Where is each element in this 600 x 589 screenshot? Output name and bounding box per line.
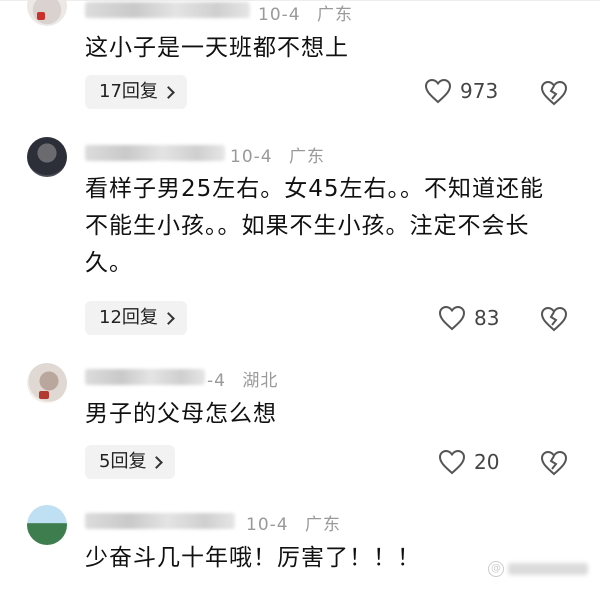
like-button[interactable]: 83 <box>438 305 499 331</box>
comment-text: 这小子是一天班都不想上 <box>85 35 349 61</box>
chevron-right-icon <box>162 85 175 99</box>
like-count: 83 <box>474 306 500 330</box>
comment-date: 10-4 <box>258 5 301 25</box>
chevron-right-icon <box>162 311 175 325</box>
comment-meta: 10-4 广东 <box>230 142 325 167</box>
broken-heart-icon[interactable] <box>540 450 568 476</box>
comment-text: 男子的父母怎么想 <box>85 401 277 427</box>
username-blurred[interactable] <box>85 145 225 161</box>
broken-heart-icon[interactable] <box>540 80 568 106</box>
comment-meta: -4 湖北 <box>207 366 278 391</box>
reply-count-label: 12回复 <box>99 307 158 328</box>
view-replies-button[interactable]: 5回复 <box>85 445 176 479</box>
comment-location: 湖北 <box>242 371 279 391</box>
avatar[interactable] <box>27 363 67 403</box>
username-blurred[interactable] <box>85 513 235 529</box>
watermark-name-blurred <box>508 563 588 575</box>
comment-meta: 10-4 广东 <box>258 0 353 25</box>
reply-count-label: 5回复 <box>99 451 147 472</box>
username-blurred[interactable] <box>85 2 250 18</box>
broken-heart-icon[interactable] <box>540 306 568 332</box>
at-icon: @ <box>488 561 504 577</box>
comment-text: 看样子男25左右。女45左右。。不知道还能不能生小孩。。如果不生小孩。注定不会长… <box>85 176 545 276</box>
watermark: @ <box>488 561 588 577</box>
heart-outline-icon <box>424 78 452 104</box>
like-button[interactable]: 973 <box>424 78 498 104</box>
avatar[interactable] <box>27 505 67 545</box>
chevron-right-icon <box>150 455 164 469</box>
comment-date: 10-4 <box>246 515 289 535</box>
username-blurred[interactable] <box>85 369 205 385</box>
avatar[interactable] <box>27 0 67 26</box>
comment-location: 广东 <box>305 515 341 535</box>
view-replies-button[interactable]: 17回复 <box>85 75 187 109</box>
comment-date: 10-4 <box>230 147 273 167</box>
comment-location: 广东 <box>289 147 325 167</box>
comment-date: -4 <box>207 371 226 391</box>
comment-meta: 10-4 广东 <box>246 510 341 535</box>
heart-outline-icon <box>438 449 466 475</box>
like-count: 20 <box>474 450 500 474</box>
view-replies-button[interactable]: 12回复 <box>85 301 187 335</box>
like-count: 973 <box>460 79 499 103</box>
heart-outline-icon <box>438 305 466 331</box>
like-button[interactable]: 20 <box>438 449 499 475</box>
comment-location: 广东 <box>317 5 353 25</box>
avatar[interactable] <box>27 137 67 177</box>
reply-count-label: 17回复 <box>99 81 158 102</box>
